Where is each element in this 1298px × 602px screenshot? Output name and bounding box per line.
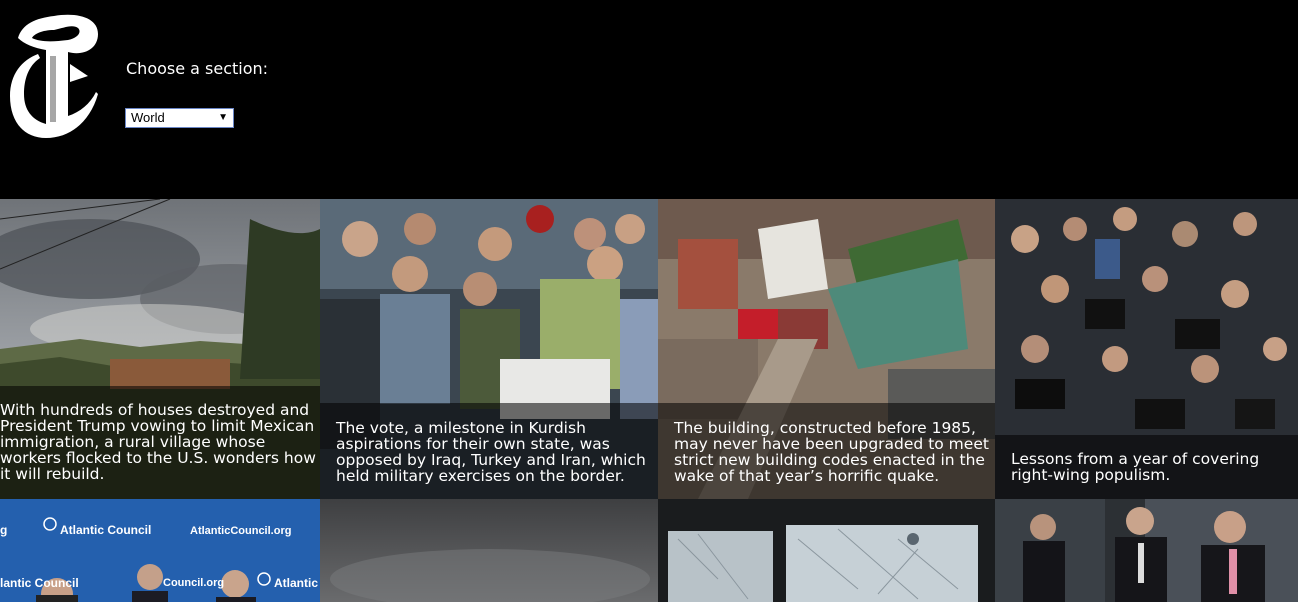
atlantic-council-partial-bottom-left: lantic Council <box>0 576 79 590</box>
nyt-t-logo-icon[interactable] <box>8 12 100 140</box>
dropdown-caret-icon: ▼ <box>218 112 228 123</box>
story-tile-mexico-village[interactable]: With hundreds of houses destroyed and Pr… <box>0 199 320 499</box>
story-photo-diplomats <box>995 499 1298 602</box>
story-tile-earthquake-building[interactable]: The building, constructed before 1985, m… <box>658 199 995 499</box>
section-select-value: World <box>131 110 165 125</box>
story-caption-text: The building, constructed before 1985, m… <box>674 419 989 485</box>
atlantic-council-partial-bottom-right: Atlantic <box>274 576 319 590</box>
section-select[interactable]: World ▼ <box>125 108 234 128</box>
atlantic-council-partial-bottom-mid: Council.org <box>163 577 225 589</box>
story-tile-kurdish-vote[interactable]: The vote, a milestone in Kurdish aspirat… <box>320 199 658 499</box>
atlantic-council-partial-left: g <box>0 523 8 537</box>
story-tile-shattered-glass[interactable] <box>658 499 995 602</box>
story-photo-shattered-glass <box>658 499 995 602</box>
story-caption-text: The vote, a milestone in Kurdish aspirat… <box>336 419 646 485</box>
atlantic-council-brand-text: Atlantic Council <box>60 523 152 537</box>
story-caption: Lessons from a year of covering right-wi… <box>995 435 1298 499</box>
header: Choose a section: World ▼ <box>0 0 1298 199</box>
story-caption: The vote, a milestone in Kurdish aspirat… <box>320 403 658 499</box>
story-caption: With hundreds of houses destroyed and Pr… <box>0 386 320 499</box>
atlantic-council-url-text: AtlanticCouncil.org <box>190 525 292 537</box>
section-label: Choose a section: <box>126 59 269 78</box>
story-tile-gray-sky[interactable] <box>320 499 658 602</box>
story-caption: The building, constructed before 1985, m… <box>658 403 995 499</box>
story-tile-populism[interactable]: Lessons from a year of covering right-wi… <box>995 199 1298 499</box>
story-tile-diplomats[interactable] <box>995 499 1298 602</box>
story-photo-overcast-sky <box>320 499 658 602</box>
story-caption-text: Lessons from a year of covering right-wi… <box>1011 450 1260 484</box>
story-caption-text: With hundreds of houses destroyed and Pr… <box>0 401 316 483</box>
story-tile-atlantic-council[interactable]: Atlantic Council AtlanticCouncil.org g l… <box>0 499 320 602</box>
